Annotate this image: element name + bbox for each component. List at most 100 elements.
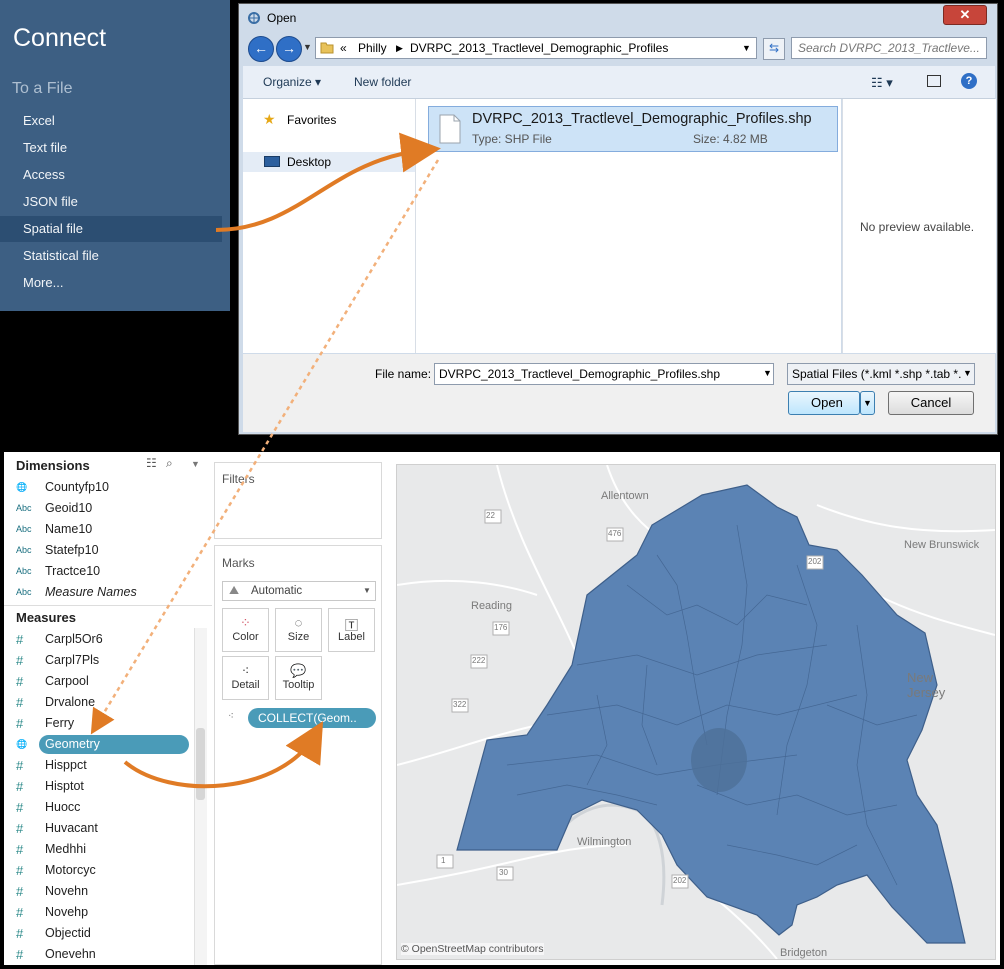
breadcrumb-sep-icon: ▶ bbox=[396, 43, 403, 53]
abc-icon: Abc bbox=[16, 524, 32, 534]
search-icon[interactable]: ⌕ bbox=[166, 456, 173, 471]
connect-item-spatial-file[interactable]: Spatial file bbox=[0, 216, 222, 242]
field-motorcyc[interactable]: # Motorcyc bbox=[8, 860, 194, 881]
scrollbar-thumb[interactable] bbox=[196, 728, 205, 800]
marks-title: Marks bbox=[222, 556, 255, 570]
filename-input[interactable]: DVRPC_2013_Tractlevel_Demographic_Profil… bbox=[434, 363, 774, 385]
refresh-icon[interactable]: ⇆ bbox=[763, 38, 785, 60]
mark-type-select[interactable]: ⛰ Automatic ▼ bbox=[222, 581, 376, 601]
field-name10[interactable]: Abc Name10 bbox=[8, 519, 194, 540]
new-folder-button[interactable]: New folder bbox=[354, 75, 411, 89]
pane-menu-icon[interactable]: ▼ bbox=[191, 459, 200, 469]
field-name: Drvalone bbox=[45, 695, 96, 709]
search-input[interactable]: Search DVRPC_2013_Tractleve... bbox=[791, 37, 987, 59]
measures-scrollbar[interactable] bbox=[194, 628, 207, 965]
globe-icon: 🌐 bbox=[16, 482, 28, 492]
address-bar[interactable]: « Philly ▶ DVRPC_2013_Tractlevel_Demogra… bbox=[315, 37, 757, 59]
filename-dropdown-icon[interactable]: ▼ bbox=[763, 368, 772, 378]
route-shield: 22 bbox=[486, 511, 495, 520]
route-shield: 202 bbox=[808, 557, 822, 566]
help-icon[interactable]: ? bbox=[961, 73, 977, 89]
detail-button[interactable]: ⁖ Detail bbox=[222, 656, 269, 700]
color-button[interactable]: ⁘ Color bbox=[222, 608, 269, 652]
file-name: DVRPC_2013_Tractlevel_Demographic_Profil… bbox=[472, 111, 812, 127]
size-button[interactable]: ◌ Size bbox=[275, 608, 322, 652]
file-type: Type: SHP File bbox=[472, 132, 552, 146]
connect-item-more[interactable]: More... bbox=[0, 270, 222, 296]
number-icon: # bbox=[16, 695, 24, 710]
field-medhhi[interactable]: # Medhhi bbox=[8, 839, 194, 860]
field-name: Motorcyc bbox=[45, 863, 96, 877]
field-carpl7pls[interactable]: # Carpl7Pls bbox=[8, 650, 194, 671]
recent-locations-icon[interactable]: ▼ bbox=[303, 42, 312, 52]
abc-icon: Abc bbox=[16, 545, 32, 555]
folder-icon bbox=[320, 42, 334, 54]
field-novehp[interactable]: # Novehp bbox=[8, 902, 194, 923]
field-measure-names[interactable]: Abc Measure Names bbox=[8, 582, 194, 603]
field-novehn[interactable]: # Novehn bbox=[8, 881, 194, 902]
filetype-dropdown-icon[interactable]: ▼ bbox=[963, 368, 972, 378]
forward-arrow-icon[interactable]: → bbox=[276, 36, 302, 62]
back-arrow-icon[interactable]: ← bbox=[248, 36, 274, 62]
field-huocc[interactable]: # Huocc bbox=[8, 797, 194, 818]
filetype-select[interactable]: Spatial Files (*.kml *.shp *.tab *. bbox=[787, 363, 975, 385]
filters-shelf[interactable]: Filters bbox=[214, 462, 382, 539]
field-ferry[interactable]: # Ferry bbox=[8, 713, 194, 734]
connect-item-text-file[interactable]: Text file bbox=[0, 135, 222, 161]
field-carpl5or6[interactable]: # Carpl5Or6 bbox=[8, 629, 194, 650]
field-countyfp10[interactable]: 🌐 Countyfp10 bbox=[8, 477, 194, 498]
breadcrumb-folder[interactable]: DVRPC_2013_Tractlevel_Demographic_Profil… bbox=[410, 38, 668, 58]
organize-button[interactable]: Organize ▾ bbox=[263, 75, 321, 89]
field-huvacant[interactable]: # Huvacant bbox=[8, 818, 194, 839]
field-hisppct[interactable]: # Hisppct bbox=[8, 755, 194, 776]
connect-title: Connect bbox=[13, 24, 107, 52]
field-tractce10[interactable]: Abc Tractce10 bbox=[8, 561, 194, 582]
abc-icon: Abc bbox=[16, 587, 32, 597]
map-view[interactable]: Allentown New Brunswick Reading New Jers… bbox=[396, 464, 996, 960]
breadcrumb-overflow[interactable]: « bbox=[340, 38, 347, 58]
field-name: Carpl5Or6 bbox=[45, 632, 103, 646]
nav-favorites[interactable]: Favorites bbox=[287, 113, 336, 127]
connect-item-access[interactable]: Access bbox=[0, 162, 222, 188]
field-objectid[interactable]: # Objectid bbox=[8, 923, 194, 944]
field-geometry[interactable]: 🌐 Geometry bbox=[8, 734, 194, 755]
tooltip-icon: 💬 bbox=[290, 663, 307, 678]
field-name: Onevehn bbox=[45, 947, 96, 961]
route-shield: 222 bbox=[472, 656, 486, 665]
field-onevehn[interactable]: # Onevehn bbox=[8, 944, 194, 965]
close-button[interactable]: ✕ bbox=[943, 5, 987, 25]
number-icon: # bbox=[16, 758, 24, 773]
field-statefp10[interactable]: Abc Statefp10 bbox=[8, 540, 194, 561]
connect-item-statistical-file[interactable]: Statistical file bbox=[0, 243, 222, 269]
address-dropdown-icon[interactable]: ▼ bbox=[742, 38, 751, 58]
open-button[interactable]: Open bbox=[788, 391, 860, 415]
tooltip-button[interactable]: 💬 Tooltip bbox=[275, 656, 322, 700]
nav-desktop-row[interactable]: Desktop bbox=[243, 152, 415, 172]
field-geoid10[interactable]: Abc Geoid10 bbox=[8, 498, 194, 519]
connect-item-excel[interactable]: Excel bbox=[0, 108, 222, 134]
preview-pane: No preview available. bbox=[842, 99, 996, 353]
preview-pane-icon[interactable] bbox=[927, 75, 941, 87]
file-item[interactable]: DVRPC_2013_Tractlevel_Demographic_Profil… bbox=[428, 106, 838, 152]
color-label: Color bbox=[232, 631, 259, 643]
dialog-toolbar: Organize ▾ New folder ☷ ▾ ? bbox=[243, 66, 995, 99]
cancel-button[interactable]: Cancel bbox=[888, 391, 974, 415]
label-button[interactable]: 🅃 Label bbox=[328, 608, 375, 652]
field-drvalone[interactable]: # Drvalone bbox=[8, 692, 194, 713]
collect-geometry-pill[interactable]: COLLECT(Geom.. bbox=[248, 708, 376, 728]
mark-type-dropdown-icon[interactable]: ▼ bbox=[363, 586, 371, 595]
field-name: Carpl7Pls bbox=[45, 653, 100, 667]
connect-item-json-file[interactable]: JSON file bbox=[0, 189, 222, 215]
nav-desktop[interactable]: Desktop bbox=[287, 155, 331, 169]
star-icon: ★ bbox=[263, 111, 276, 127]
field-carpool[interactable]: # Carpool bbox=[8, 671, 194, 692]
mark-type-value: Automatic bbox=[251, 585, 303, 597]
automatic-mark-icon: ⛰ bbox=[229, 583, 240, 597]
list-view-icon[interactable]: ☷ bbox=[146, 456, 157, 470]
open-split-dropdown-icon[interactable]: ▼ bbox=[860, 391, 875, 415]
field-hisptot[interactable]: # Hisptot bbox=[8, 776, 194, 797]
tooltip-label: Tooltip bbox=[282, 679, 315, 691]
detail-label: Detail bbox=[231, 679, 260, 691]
breadcrumb-philly[interactable]: Philly bbox=[358, 38, 387, 58]
view-options-icon[interactable]: ☷ ▾ bbox=[871, 75, 893, 91]
